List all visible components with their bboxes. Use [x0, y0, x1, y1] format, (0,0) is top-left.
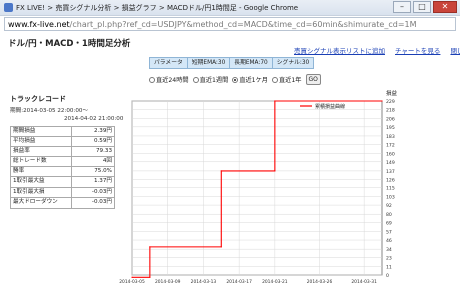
maximize-button[interactable]: □	[413, 1, 431, 13]
parameter-table: パラメータ 短期EMA:30 長期EMA:70 シグナル:30	[149, 57, 315, 69]
y-tick-label: 80	[386, 212, 392, 218]
stats-value: 4回	[102, 158, 112, 165]
minimize-button[interactable]: –	[393, 1, 411, 13]
series-point	[274, 100, 276, 102]
stats-row: 1取引最大損 -0.03円	[11, 187, 114, 198]
y-tick-label: 195	[386, 125, 395, 131]
stats-value: 0.59円	[93, 138, 112, 145]
y-axis-title: 損益	[386, 89, 398, 97]
pnl-chart: 0 11 23 34 46 57 69 80 92 103 115 126 137 149 160 172 18…	[119, 89, 398, 285]
track-record-title: トラックレコード	[10, 95, 66, 103]
stats-value: 2.39円	[93, 128, 112, 134]
y-tick-label: 103	[386, 195, 395, 201]
close-link[interactable]: 閉じる	[450, 45, 460, 55]
x-tick-label: 2014-03-21	[262, 279, 288, 285]
close-window-button[interactable]: ✕	[433, 1, 457, 13]
x-tick-label: 2014-03-17	[226, 279, 252, 285]
stats-table: 期間損益 2.39円平均損益 0.59円損益率 79.33 総トレード数 4回勝率 75.0…	[10, 126, 115, 209]
series-point	[220, 170, 222, 172]
url-path: /chart_pl.php?ref_cd=USDJPY&method_cd=MA…	[69, 20, 417, 29]
stats-label: 勝率	[11, 167, 72, 177]
x-tick-label: 2014-03-05	[119, 279, 145, 285]
favicon-icon	[4, 3, 13, 12]
stats-row: 総トレード数 4回	[11, 157, 114, 168]
y-tick-label: 218	[386, 107, 395, 113]
stats-value: 1.37円	[93, 178, 112, 185]
param-header: パラメータ	[150, 58, 188, 68]
view-chart-link[interactable]: チャートを見る	[395, 45, 440, 55]
stats-label: 1取引最大益	[11, 177, 72, 187]
stats-label: 損益率	[11, 147, 72, 157]
y-tick-label: 11	[386, 265, 392, 271]
y-tick-label: 69	[386, 221, 392, 227]
period-text: 期間:2014-03-05 22:00:00～ 2014-04-02 21:00…	[10, 108, 123, 123]
window-controls: – □ ✕	[391, 1, 457, 13]
y-tick-label: 34	[386, 247, 392, 253]
top-links: 売買シグナル表示リストに追加 チャートを見る 閉じる	[294, 45, 460, 55]
series-point	[220, 246, 222, 248]
y-tick-label: 206	[386, 116, 395, 122]
stats-row: 勝率 75.0%	[11, 167, 114, 178]
window-titlebar: FX LIVE! > 売買シグナル分析 > 損益グラフ > MACDドル/円1時…	[0, 0, 460, 16]
x-tick-label: 2014-03-31	[351, 279, 377, 285]
y-tick-label: 23	[386, 256, 392, 262]
stats-label: 平均損益	[11, 137, 72, 147]
series-point	[149, 246, 151, 248]
x-tick-label: 2014-03-09	[155, 279, 181, 285]
series-point	[131, 276, 133, 278]
stats-row: 平均損益 0.59円	[11, 137, 114, 148]
series-point	[149, 276, 151, 278]
y-tick-label: 0	[386, 273, 389, 279]
stats-value: 75.0%	[94, 168, 112, 175]
y-tick-label: 92	[386, 203, 392, 209]
url-domain: www.fx-live.net	[8, 20, 70, 29]
stats-label: 期間損益	[11, 127, 72, 137]
param-long-ema: 長期EMA:70	[230, 58, 273, 68]
series-point	[274, 170, 276, 172]
url-text: www.fx-live.net/chart_pl.php?ref_cd=USDJ…	[8, 19, 448, 30]
y-tick-label: 46	[386, 238, 392, 244]
param-short-ema: 短期EMA:30	[187, 58, 231, 68]
address-bar[interactable]: www.fx-live.net/chart_pl.php?ref_cd=USDJ…	[4, 17, 456, 31]
stats-row: 最大ドローダウン -0.03円	[11, 197, 114, 208]
stats-label: 最大ドローダウン	[11, 197, 72, 208]
stats-row: 損益率 79.33	[11, 147, 114, 158]
y-tick-label: 126	[386, 177, 395, 183]
param-signal: シグナル:30	[272, 58, 314, 68]
y-tick-label: 183	[386, 134, 395, 140]
y-tick-label: 160	[386, 151, 395, 157]
stats-value: -0.03円	[91, 188, 112, 195]
period-end: 2014-04-02 21:00:00	[64, 115, 124, 122]
series-point	[381, 100, 383, 102]
legend-label: 累積損益曲線	[315, 103, 345, 110]
stats-value: -0.03円	[91, 198, 112, 205]
period-start: 期間:2014-03-05 22:00:00～	[10, 108, 89, 114]
y-tick-label: 57	[386, 230, 392, 236]
add-to-signal-list-link[interactable]: 売買シグナル表示リストに追加	[294, 45, 385, 55]
y-tick-label: 172	[386, 142, 395, 148]
window-title: FX LIVE! > 売買シグナル分析 > 損益グラフ > MACDドル/円1時…	[16, 4, 299, 12]
x-tick-label: 2014-03-13	[191, 279, 217, 285]
y-tick-label: 137	[386, 169, 395, 175]
y-tick-label: 149	[386, 160, 395, 166]
stats-label: 1取引最大損	[11, 187, 72, 197]
stats-row: 期間損益 2.39円	[11, 127, 114, 138]
page-content: ドル/円・MACD・1時間足分析 売買シグナル表示リストに追加 チャートを見る …	[4, 32, 460, 304]
y-tick-label: 115	[386, 186, 395, 192]
page-title: ドル/円・MACD・1時間足分析	[8, 39, 131, 49]
x-tick-label: 2014-03-26	[307, 279, 333, 285]
stats-value: 79.33	[95, 148, 112, 155]
stats-label: 総トレード数	[11, 157, 72, 167]
y-tick-label: 229	[386, 99, 395, 105]
stats-row: 1取引最大益 1.37円	[11, 177, 114, 188]
plot-area	[131, 100, 383, 276]
